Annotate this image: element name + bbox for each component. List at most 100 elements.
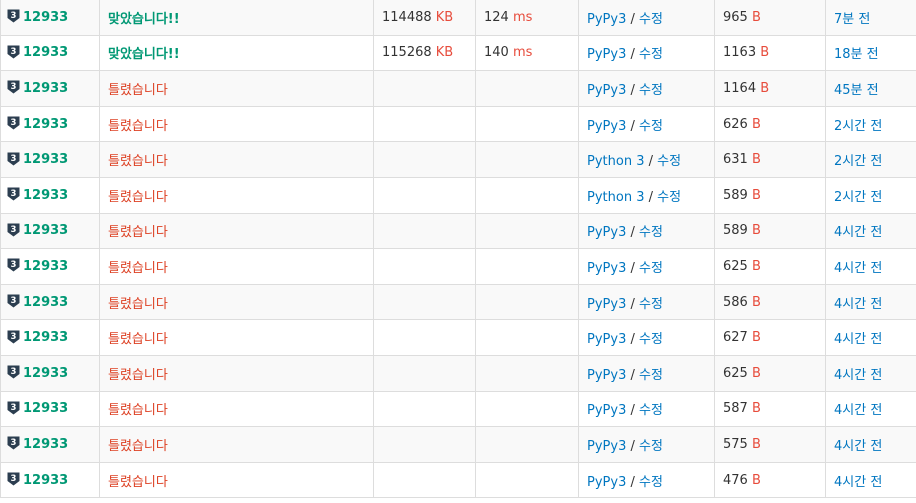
problem-link[interactable]: 12933 bbox=[23, 223, 68, 238]
memory-cell bbox=[373, 390, 476, 428]
memory-cell bbox=[373, 105, 476, 143]
language-link[interactable]: PyPy3 bbox=[587, 439, 626, 454]
edit-link[interactable]: 수정 bbox=[639, 119, 663, 134]
submitted-time-cell: 4시간 전 bbox=[825, 354, 916, 392]
memory-cell bbox=[373, 176, 476, 214]
tier-icon-label: 3 bbox=[11, 367, 17, 377]
problem-cell: 3 12933 bbox=[0, 283, 100, 321]
submitted-time-link[interactable]: 2시간 전 bbox=[834, 154, 882, 169]
language-link[interactable]: PyPy3 bbox=[587, 225, 626, 240]
edit-link[interactable]: 수정 bbox=[639, 83, 663, 98]
submitted-time-cell: 2시간 전 bbox=[825, 105, 916, 143]
language-link[interactable]: PyPy3 bbox=[587, 297, 626, 312]
edit-link[interactable]: 수정 bbox=[639, 261, 663, 276]
result-text: 틀렸습니다 bbox=[108, 474, 168, 490]
edit-link[interactable]: 수정 bbox=[639, 403, 663, 418]
table-row: 3 12933 틀렸습니다 PyPy3 / 수정 625 B 4시간 전 bbox=[0, 248, 916, 285]
memory-cell bbox=[373, 141, 476, 178]
edit-link[interactable]: 수정 bbox=[639, 47, 663, 62]
edit-link[interactable]: 수정 bbox=[639, 475, 663, 490]
language-link[interactable]: Python 3 bbox=[587, 154, 644, 169]
submitted-time-link[interactable]: 4시간 전 bbox=[834, 261, 882, 276]
edit-link[interactable]: 수정 bbox=[639, 332, 663, 347]
silver-tier-icon: 3 bbox=[7, 294, 20, 308]
result-cell: 틀렸습니다 bbox=[99, 248, 374, 285]
language-cell: PyPy3 / 수정 bbox=[578, 248, 715, 285]
edit-link[interactable]: 수정 bbox=[657, 190, 681, 205]
problem-link[interactable]: 12933 bbox=[23, 401, 68, 416]
table-row: 3 12933 틀렸습니다 PyPy3 / 수정 1164 B 45분 전 bbox=[0, 70, 916, 107]
problem-link[interactable]: 12933 bbox=[23, 259, 68, 274]
result-text: 맞았습니다!! bbox=[108, 47, 180, 63]
edit-link[interactable]: 수정 bbox=[657, 154, 681, 169]
language-link[interactable]: PyPy3 bbox=[587, 261, 626, 276]
submitted-time-link[interactable]: 4시간 전 bbox=[834, 297, 882, 312]
problem-cell: 3 12933 bbox=[0, 176, 100, 214]
submitted-time-link[interactable]: 4시간 전 bbox=[834, 332, 882, 347]
code-length-unit: B bbox=[751, 401, 761, 417]
submitted-time-link[interactable]: 4시간 전 bbox=[834, 368, 882, 383]
submitted-time-link[interactable]: 4시간 전 bbox=[834, 225, 882, 240]
edit-link[interactable]: 수정 bbox=[639, 225, 663, 240]
language-link[interactable]: PyPy3 bbox=[587, 47, 626, 62]
time-cell bbox=[475, 319, 579, 356]
submitted-time-cell: 4시간 전 bbox=[825, 283, 916, 321]
tier-icon-label: 3 bbox=[11, 474, 17, 484]
problem-link[interactable]: 12933 bbox=[23, 366, 68, 381]
language-link[interactable]: PyPy3 bbox=[587, 83, 626, 98]
result-text: 맞았습니다!! bbox=[108, 11, 180, 27]
time-cell bbox=[475, 426, 579, 463]
edit-link[interactable]: 수정 bbox=[639, 439, 663, 454]
problem-link[interactable]: 12933 bbox=[23, 437, 68, 452]
language-link[interactable]: PyPy3 bbox=[587, 403, 626, 418]
table-row: 3 12933 틀렸습니다 PyPy3 / 수정 625 B 4시간 전 bbox=[0, 354, 916, 392]
problem-link[interactable]: 12933 bbox=[23, 330, 68, 345]
edit-link[interactable]: 수정 bbox=[639, 297, 663, 312]
language-cell: PyPy3 / 수정 bbox=[578, 426, 715, 463]
language-link[interactable]: PyPy3 bbox=[587, 332, 626, 347]
time-cell bbox=[475, 141, 579, 178]
silver-tier-icon: 3 bbox=[7, 187, 20, 201]
silver-tier-icon: 3 bbox=[7, 472, 20, 486]
language-link[interactable]: PyPy3 bbox=[587, 119, 626, 134]
problem-link[interactable]: 12933 bbox=[23, 473, 68, 488]
result-text: 틀렸습니다 bbox=[108, 296, 168, 312]
language-link[interactable]: PyPy3 bbox=[587, 12, 626, 27]
submitted-time-cell: 18분 전 bbox=[825, 34, 916, 72]
submitted-time-link[interactable]: 18분 전 bbox=[834, 47, 879, 62]
problem-link[interactable]: 12933 bbox=[23, 117, 68, 132]
code-length-cell: 631 B bbox=[714, 141, 826, 178]
separator: / bbox=[630, 367, 635, 383]
submitted-time-link[interactable]: 4시간 전 bbox=[834, 403, 882, 418]
problem-link[interactable]: 12933 bbox=[23, 295, 68, 310]
time-cell bbox=[475, 390, 579, 428]
submitted-time-link[interactable]: 2시간 전 bbox=[834, 119, 882, 134]
problem-link[interactable]: 12933 bbox=[23, 10, 68, 25]
language-link[interactable]: Python 3 bbox=[587, 190, 644, 205]
time-unit: ms bbox=[512, 45, 533, 61]
submitted-time-link[interactable]: 2시간 전 bbox=[834, 190, 882, 205]
language-link[interactable]: PyPy3 bbox=[587, 475, 626, 490]
problem-cell: 3 12933 bbox=[0, 105, 100, 143]
code-length-cell: 587 B bbox=[714, 390, 826, 428]
problem-link[interactable]: 12933 bbox=[23, 81, 68, 96]
submitted-time-link[interactable]: 45분 전 bbox=[834, 83, 879, 98]
code-length-value: 631 bbox=[723, 152, 748, 168]
problem-link[interactable]: 12933 bbox=[23, 152, 68, 167]
problem-link[interactable]: 12933 bbox=[23, 188, 68, 203]
submitted-time-link[interactable]: 4시간 전 bbox=[834, 475, 882, 490]
edit-link[interactable]: 수정 bbox=[639, 12, 663, 27]
result-text: 틀렸습니다 bbox=[108, 403, 168, 419]
result-cell: 틀렸습니다 bbox=[99, 176, 374, 214]
submitted-time-cell: 4시간 전 bbox=[825, 390, 916, 428]
problem-link[interactable]: 12933 bbox=[23, 45, 68, 60]
silver-tier-icon: 3 bbox=[7, 223, 20, 237]
code-length-unit: B bbox=[751, 187, 761, 203]
tier-icon-label: 3 bbox=[11, 47, 17, 57]
language-link[interactable]: PyPy3 bbox=[587, 368, 626, 383]
table-row: 3 12933 틀렸습니다 PyPy3 / 수정 587 B 4시간 전 bbox=[0, 390, 916, 428]
submitted-time-link[interactable]: 4시간 전 bbox=[834, 439, 882, 454]
edit-link[interactable]: 수정 bbox=[639, 368, 663, 383]
submitted-time-link[interactable]: 7분 전 bbox=[834, 12, 870, 27]
result-cell: 맞았습니다!! bbox=[99, 34, 374, 72]
